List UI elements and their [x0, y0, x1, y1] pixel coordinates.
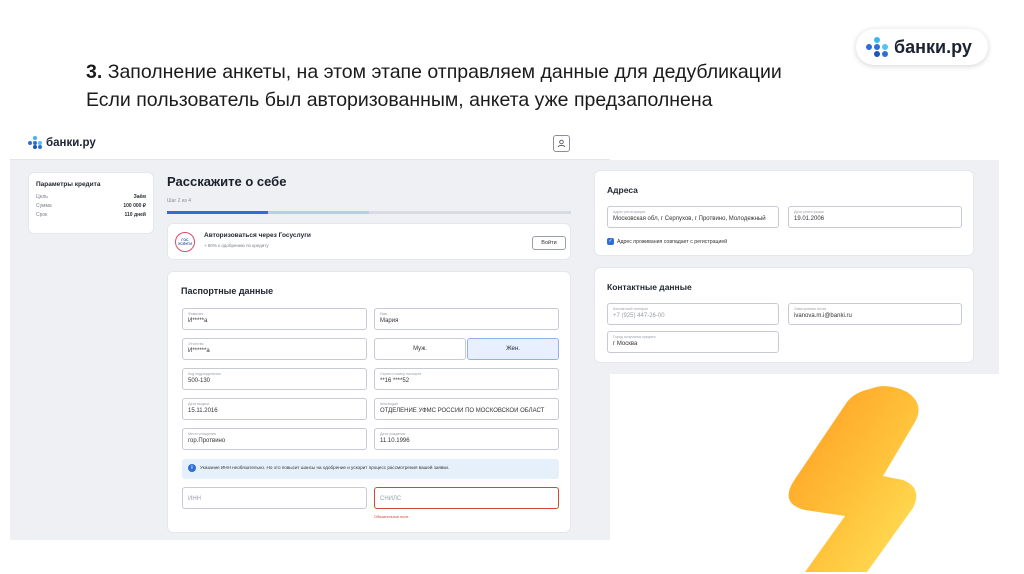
gender-male-toggle[interactable]: Муж.: [374, 338, 466, 360]
issue-date-field[interactable]: Дата выдачи 15.11.2016: [182, 398, 367, 420]
patronymic-field[interactable]: Отчество И******а: [182, 338, 367, 360]
field-value: 11.10.1996: [380, 438, 410, 444]
gosuslugi-card: ГОС УСЛУГИ Авторизоваться через Госуслуг…: [167, 223, 571, 260]
gosuslugi-logo-icon: ГОС УСЛУГИ: [175, 232, 195, 252]
field-value: 19.01.2006: [794, 216, 825, 222]
step-indicator: Шаг 2 из 4: [167, 198, 192, 204]
inn-info-text: Указание ИНН необязательно. Но это повыс…: [200, 465, 450, 470]
app-logo[interactable]: банки.ру: [28, 136, 96, 149]
required-field-error: Обязательное поле: [374, 515, 409, 519]
address-card: Адреса Адрес регистрации Московская обл,…: [594, 170, 974, 256]
gosuslugi-title: Авторизоваться через Госуслуги: [204, 232, 311, 239]
progress-fill: [167, 211, 268, 214]
field-value: ivanova.m.i@banki.ru: [794, 313, 852, 319]
checkbox-label: Адрес проживания совпадает с регистрацие…: [617, 238, 728, 245]
user-icon: [557, 139, 566, 148]
address-title: Адреса: [607, 185, 638, 195]
gosuslugi-login-button[interactable]: Войти: [532, 236, 566, 250]
field-value: И*****а: [188, 318, 208, 324]
credit-params-title: Параметры кредита: [36, 181, 101, 188]
info-icon: i: [188, 464, 196, 472]
field-value: ОТДЕЛЕНИЕ УФМС РОССИИ ПО МОСКОВСКОЙ ОБЛА…: [380, 408, 545, 414]
credit-params-card: Параметры кредита Цель Заём Сумма 100 000 …: [28, 172, 154, 234]
passport-title: Паспортные данные: [181, 286, 274, 296]
same-address-checkbox[interactable]: ✓ Адрес проживания совпадает с регистрац…: [607, 238, 727, 245]
inn-info-banner: i Указание ИНН необязательно. Но это пов…: [182, 459, 559, 479]
field-placeholder: ИНН: [188, 496, 201, 502]
issued-by-field[interactable]: Кем выдан ОТДЕЛЕНИЕ УФМС РОССИИ ПО МОСКО…: [374, 398, 559, 420]
gender-female-toggle[interactable]: Жен.: [467, 338, 559, 360]
contacts-title: Контактные данные: [607, 282, 692, 292]
inn-input[interactable]: ИНН: [182, 487, 367, 509]
credit-city-field[interactable]: Город получения кредита г Москва: [607, 331, 779, 353]
field-value: 500-130: [188, 378, 211, 384]
param-row: Сумма 100 000 ₽: [36, 203, 146, 209]
title-number: 3.: [86, 61, 103, 83]
name-field[interactable]: Имя Мария: [374, 308, 559, 330]
progress-fill-next: [268, 211, 369, 214]
email-field[interactable]: Электронная почта ivanova.m.i@banki.ru: [788, 303, 962, 325]
snils-input[interactable]: СНИЛС: [374, 487, 559, 509]
department-code-field[interactable]: Код подразделения 500-130: [182, 368, 367, 390]
registration-date-field[interactable]: Дата регистрации 19.01.2006: [788, 206, 962, 228]
registration-address-field[interactable]: Адрес регистрации Московская обл, г Серп…: [607, 206, 779, 228]
passport-card: Паспортные данные Фамилия И*****а Имя Ма…: [167, 271, 571, 533]
surname-field[interactable]: Фамилия И*****а: [182, 308, 367, 330]
lightning-bolt-icon: [788, 386, 919, 572]
form-title: Расскажите о себе: [167, 174, 287, 189]
param-label: Цель: [36, 194, 48, 200]
birth-place-field[interactable]: Место рождения гор.Протвино: [182, 428, 367, 450]
passport-number-field[interactable]: Серия и номер паспорта **16 ****52: [374, 368, 559, 390]
brand-logo: банки.ру: [856, 29, 988, 65]
form-screenshot-right: Адреса Адрес регистрации Московская обл,…: [594, 160, 999, 374]
gosuslugi-subtitle: + 80% к одобрению по кредиту: [204, 243, 269, 248]
contacts-card: Контактные данные Контактный телефон +7 …: [594, 267, 974, 363]
field-value: 15.11.2016: [188, 408, 218, 414]
step-progress-bar: [167, 211, 571, 214]
title-line-2: Если пользователь был авторизованным, ан…: [86, 89, 713, 111]
field-value: гор.Протвино: [188, 438, 226, 444]
field-value: **16 ****52: [380, 378, 410, 384]
param-row: Цель Заём: [36, 194, 146, 200]
app-header: банки.ру: [10, 127, 610, 160]
field-value: И******а: [188, 348, 210, 354]
birth-date-field[interactable]: Дата рождения 11.10.1996: [374, 428, 559, 450]
logo-dots-icon: [866, 37, 888, 57]
app-logo-dots-icon: [28, 136, 42, 149]
form-screenshot-left: банки.ру Параметры кредита Цель Заём Сумм…: [10, 127, 610, 540]
param-label: Срок: [36, 212, 48, 218]
user-profile-button[interactable]: [553, 135, 570, 152]
param-row: Срок 110 дней: [36, 212, 146, 218]
field-value: г Москва: [613, 341, 638, 347]
param-value: 100 000 ₽: [123, 203, 146, 209]
title-line-1: Заполнение анкеты, на этом этапе отправл…: [107, 61, 782, 83]
field-value: Мария: [380, 318, 399, 324]
logo-text: банки.ру: [894, 36, 972, 57]
checkbox-checked-icon: ✓: [607, 238, 614, 245]
phone-field[interactable]: Контактный телефон +7 (925) 447-26-00: [607, 303, 779, 325]
slide-title: 3. Заполнение анкеты, на этом этапе отпр…: [86, 58, 876, 114]
field-placeholder: СНИЛС: [380, 496, 402, 502]
param-value: 110 дней: [124, 212, 146, 218]
param-label: Сумма: [36, 203, 52, 209]
param-value: Заём: [133, 194, 146, 200]
slide: 3. Заполнение анкеты, на этом этапе отпр…: [0, 0, 1024, 574]
field-value: Московская обл, г Серпухов, г Протвино, …: [613, 216, 766, 222]
app-logo-text: банки.ру: [46, 136, 96, 149]
field-value: +7 (925) 447-26-00: [613, 313, 665, 319]
